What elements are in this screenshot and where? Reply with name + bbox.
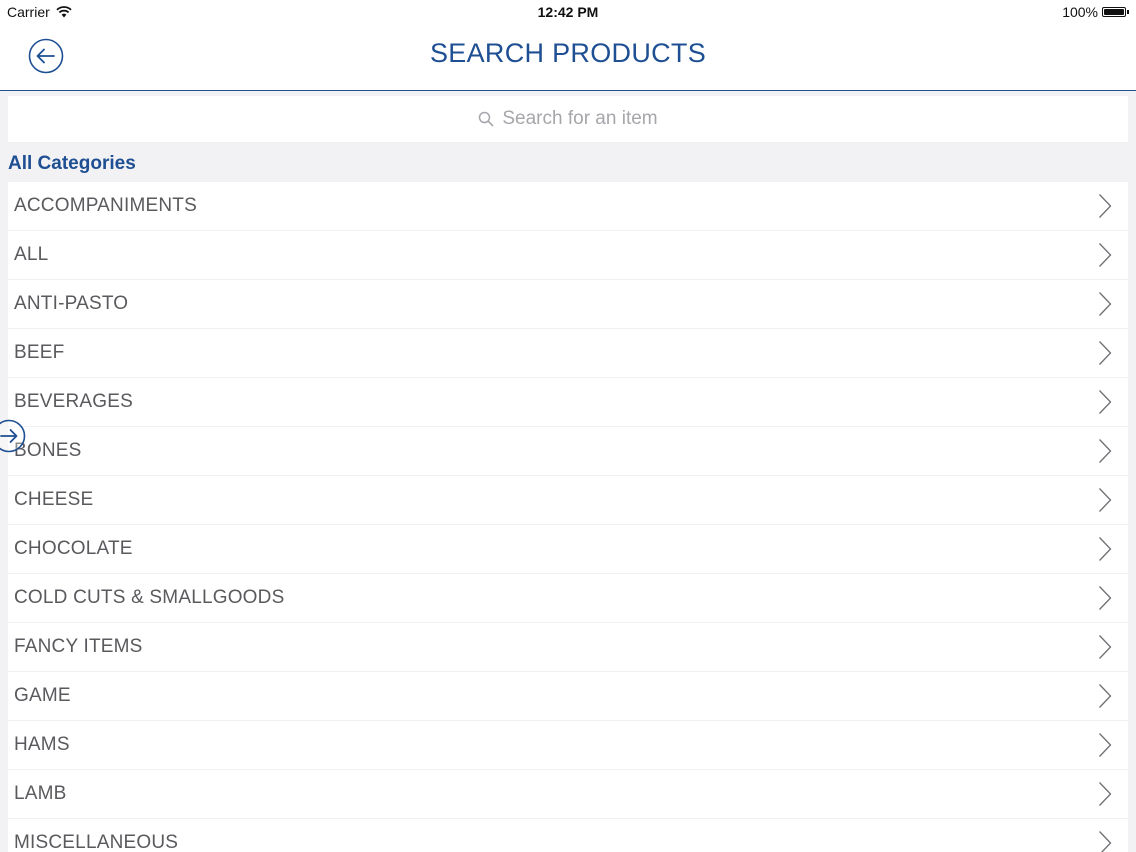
search-input[interactable]: Search for an item [8,96,1128,142]
chevron-right-icon [1099,831,1112,852]
chevron-right-icon [1099,635,1112,659]
category-item-label: ALL [14,244,49,265]
category-item-label: BEVERAGES [14,391,134,412]
search-placeholder: Search for an item [502,108,658,129]
chevron-right-icon [1099,341,1112,365]
category-item[interactable]: ALL [8,231,1128,279]
chevron-right-icon [1099,733,1112,757]
category-item[interactable]: BEVERAGES [8,378,1128,426]
category-item-label: MISCELLANEOUS [14,832,179,852]
category-item[interactable]: BEEF [8,329,1128,377]
category-item[interactable]: CHEESE [8,476,1128,524]
chevron-right-icon [1099,782,1112,806]
category-item[interactable]: GAME [8,672,1128,720]
header: SEARCH PRODUCTS [0,24,1136,91]
category-item[interactable]: ACCOMPANIMENTS [8,182,1128,230]
battery-full-icon [1102,7,1126,17]
category-item-label: BEEF [14,342,65,363]
category-item-label: GAME [14,685,71,706]
chevron-right-icon [1099,684,1112,708]
chevron-right-icon [1099,439,1112,463]
category-item-label: CHEESE [14,489,94,510]
category-item-label: LAMB [14,783,67,804]
category-item-label: ACCOMPANIMENTS [14,195,197,216]
battery-percent: 100% [1062,4,1098,20]
category-item[interactable]: ANTI-PASTO [8,280,1128,328]
category-item[interactable]: MISCELLANEOUS [8,819,1128,852]
section-header-all-categories: All Categories [8,153,136,174]
category-item-label: CHOCOLATE [14,538,133,559]
chevron-right-icon [1099,537,1112,561]
category-list: ACCOMPANIMENTS ALL ANTI-PASTO BEEF BEVERAGES… [8,182,1128,852]
category-item[interactable]: FANCY ITEMS [8,623,1128,671]
category-item-label: HAMS [14,734,70,755]
page-title: SEARCH PRODUCTS [429,38,707,68]
category-item[interactable]: CHOCOLATE [8,525,1128,573]
category-item-label: FANCY ITEMS [14,636,143,657]
screen: Carrier 12:42 PM 100% SEARCH PRODUCTS Se… [0,0,1136,852]
chevron-right-icon [1099,586,1112,610]
category-item-label: ANTI-PASTO [14,293,129,314]
category-item[interactable]: HAMS [8,721,1128,769]
category-item-label: COLD CUTS & SMALLGOODS [14,587,285,608]
category-item[interactable]: LAMB [8,770,1128,818]
battery-tip [1127,10,1129,14]
category-item[interactable]: BONES [8,427,1128,475]
status-bar: Carrier 12:42 PM 100% [0,0,1136,24]
chevron-right-icon [1099,292,1112,316]
chevron-right-icon [1099,243,1112,267]
category-item[interactable]: COLD CUTS & SMALLGOODS [8,574,1128,622]
chevron-right-icon [1099,390,1112,414]
status-time: 12:42 PM [537,4,599,20]
side-panel-toggle-button[interactable] [0,419,26,453]
chevron-right-icon [1099,488,1112,512]
search-icon [479,111,494,127]
status-battery: 100% [1062,4,1129,20]
chevron-right-icon [1099,194,1112,218]
